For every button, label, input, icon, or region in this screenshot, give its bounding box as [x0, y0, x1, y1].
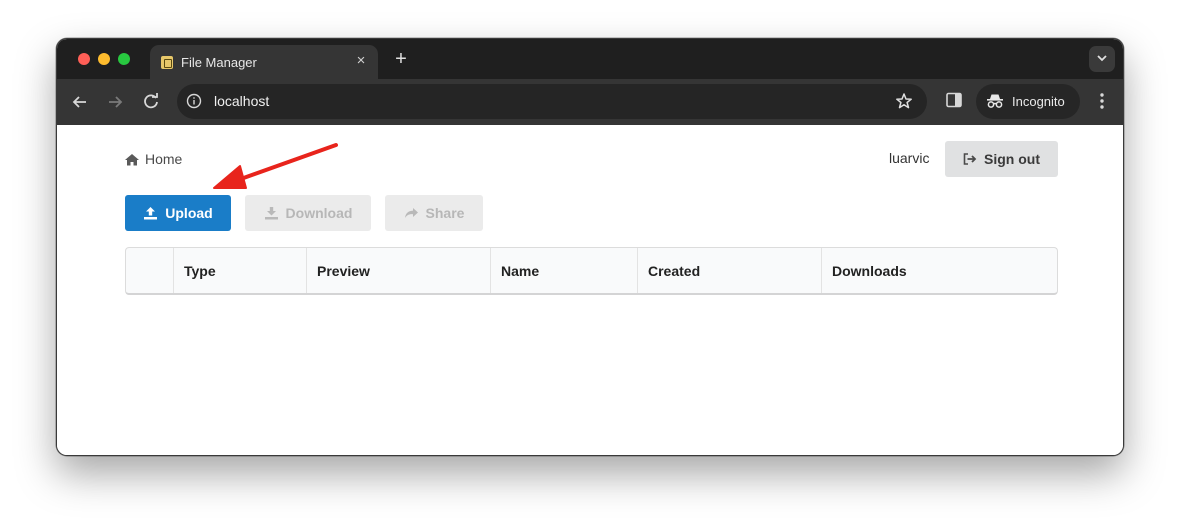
- address-bar[interactable]: localhost: [177, 84, 927, 119]
- sign-out-button[interactable]: Sign out: [945, 141, 1058, 177]
- browser-window: File Manager × + localhost Incognito Hom…: [56, 38, 1124, 456]
- column-header-preview[interactable]: Preview: [307, 248, 491, 293]
- side-panel-icon[interactable]: [945, 91, 963, 109]
- column-header-name[interactable]: Name: [491, 248, 638, 293]
- upload-label: Upload: [165, 205, 213, 221]
- star-icon[interactable]: [895, 92, 913, 110]
- username: luarvic: [889, 150, 930, 166]
- tab-strip: File Manager × +: [57, 39, 1123, 79]
- share-button[interactable]: Share: [385, 195, 483, 231]
- page-content: Home luarvic Sign out Upload Download Sh…: [57, 125, 1123, 455]
- reload-icon[interactable]: [140, 91, 162, 113]
- browser-toolbar: localhost Incognito: [57, 79, 1123, 125]
- column-header-created[interactable]: Created: [638, 248, 822, 293]
- download-button[interactable]: Download: [245, 195, 371, 231]
- sign-out-label: Sign out: [984, 151, 1040, 167]
- files-table: Type Preview Name Created Downloads: [125, 247, 1058, 295]
- minimize-window-button[interactable]: [98, 53, 110, 65]
- column-header-type[interactable]: Type: [174, 248, 307, 293]
- tab-search-button[interactable]: [1089, 46, 1115, 72]
- incognito-indicator[interactable]: Incognito: [976, 84, 1080, 119]
- arrow-left-icon[interactable]: [69, 91, 91, 113]
- share-icon: [404, 208, 418, 218]
- info-icon[interactable]: [186, 93, 202, 109]
- home-icon: [125, 153, 139, 165]
- chevron-down-icon: [1097, 55, 1107, 62]
- home-link[interactable]: Home: [145, 151, 182, 167]
- tab-file-manager[interactable]: File Manager ×: [150, 45, 378, 79]
- tab-title: File Manager: [181, 55, 257, 70]
- upload-button[interactable]: Upload: [125, 195, 231, 231]
- url-text: localhost: [214, 93, 270, 109]
- download-icon: [264, 207, 278, 220]
- new-tab-button[interactable]: +: [390, 48, 412, 70]
- incognito-label: Incognito: [1012, 94, 1065, 109]
- breadcrumb[interactable]: Home: [124, 151, 182, 167]
- tab-close-button[interactable]: ×: [353, 53, 369, 69]
- share-label: Share: [425, 205, 465, 221]
- column-header-select[interactable]: [126, 248, 174, 293]
- upload-icon: [144, 207, 158, 220]
- maximize-window-button[interactable]: [118, 53, 130, 65]
- arrow-right-icon[interactable]: [104, 91, 126, 113]
- sign-out-icon: [963, 153, 977, 165]
- close-window-button[interactable]: [78, 53, 90, 65]
- incognito-icon: [987, 94, 1003, 108]
- kebab-menu-icon[interactable]: [1095, 91, 1109, 111]
- favicon-icon: [161, 56, 173, 69]
- column-header-downloads[interactable]: Downloads: [822, 248, 1057, 293]
- download-label: Download: [285, 205, 353, 221]
